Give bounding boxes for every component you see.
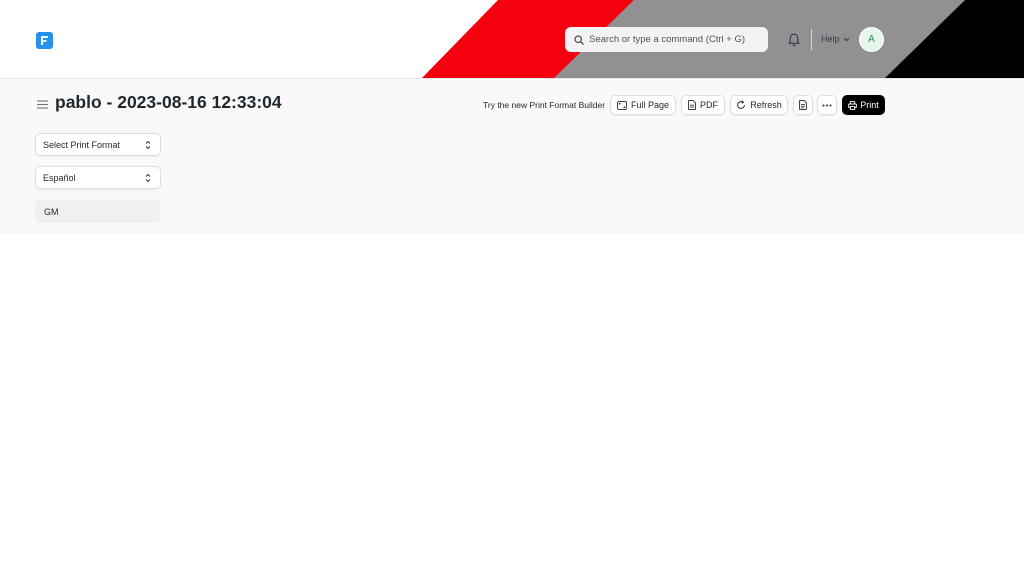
navbar-divider [811, 29, 812, 50]
letterhead-field[interactable]: GM [35, 200, 160, 223]
pdf-button[interactable]: PDF [681, 95, 725, 115]
print-button[interactable]: Print [842, 95, 885, 115]
refresh-button[interactable]: Refresh [730, 95, 788, 115]
help-dropdown[interactable]: Help [821, 34, 850, 44]
more-options-button[interactable] [817, 95, 837, 115]
document-settings-button[interactable] [793, 95, 813, 115]
sidebar-toggle-icon[interactable] [37, 100, 48, 109]
printer-icon [848, 100, 858, 110]
language-value: Español [43, 172, 76, 183]
file-icon [688, 100, 696, 110]
refresh-icon [737, 100, 746, 109]
language-select[interactable]: Español [35, 166, 161, 189]
print-label: Print [860, 100, 879, 110]
full-page-button[interactable]: Full Page [610, 95, 676, 115]
help-label: Help [821, 34, 840, 44]
avatar-initial: A [868, 34, 875, 45]
document-icon [799, 100, 807, 110]
awesomebar-search[interactable] [565, 27, 768, 52]
page-title: pablo - 2023-08-16 12:33:04 [55, 92, 282, 112]
search-icon [574, 34, 584, 45]
ellipsis-icon [822, 104, 832, 106]
try-new-print-format-builder-link[interactable]: Try the new Print Format Builder [483, 100, 605, 110]
full-page-icon [617, 100, 627, 110]
select-caret-icon [145, 140, 151, 150]
print-format-select[interactable]: Select Print Format [35, 133, 161, 156]
pdf-label: PDF [700, 100, 718, 110]
notifications-bell-icon[interactable] [787, 32, 801, 48]
search-input[interactable] [589, 34, 764, 45]
select-caret-icon [145, 173, 151, 183]
letterhead-value: GM [44, 206, 59, 217]
user-avatar[interactable]: A [859, 27, 884, 52]
full-page-label: Full Page [630, 100, 670, 110]
print-view-page: pablo - 2023-08-16 12:33:04 Try the new … [0, 80, 1024, 234]
app-logo-icon[interactable] [36, 32, 53, 49]
print-format-value: Select Print Format [43, 139, 121, 150]
chevron-down-icon [843, 37, 849, 41]
navbar: Help A [0, 0, 1024, 79]
refresh-label: Refresh [750, 100, 782, 110]
